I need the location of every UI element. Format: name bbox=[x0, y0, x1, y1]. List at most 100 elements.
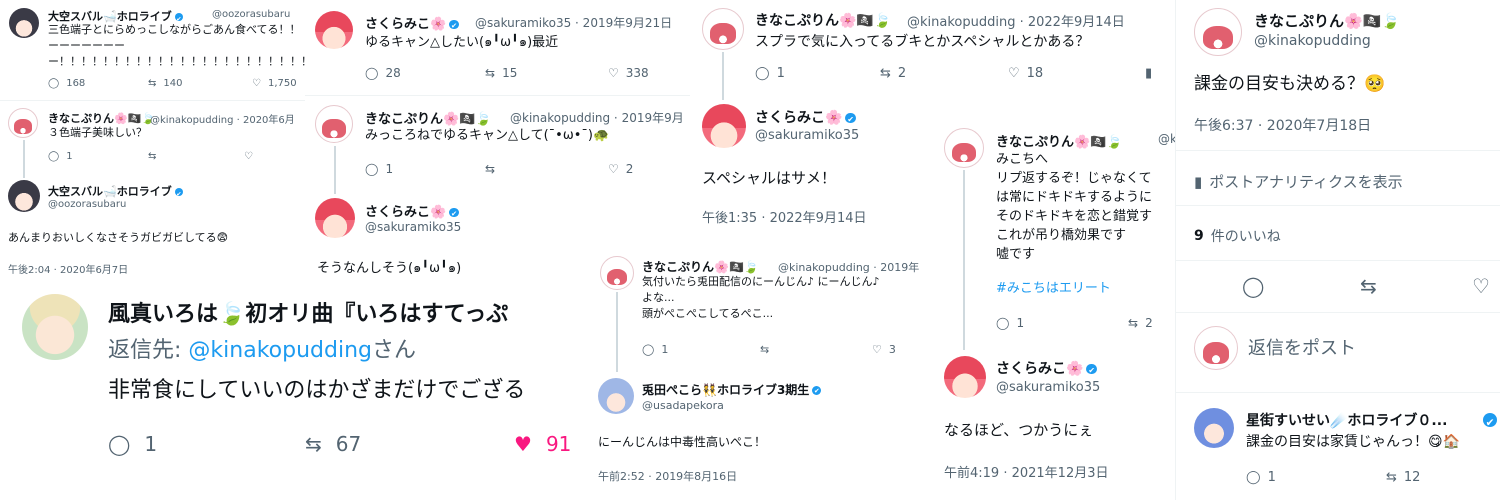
timestamp[interactable]: 午後2:04 · 2020年6月7日 bbox=[8, 261, 128, 276]
verified-icon bbox=[449, 19, 459, 30]
author-handle[interactable]: @kinakopudding bbox=[1254, 33, 1371, 49]
retweet-button[interactable]: ⇆ bbox=[148, 151, 156, 162]
like-button[interactable]: ♡ 2 bbox=[608, 162, 633, 176]
thread-line bbox=[722, 52, 724, 100]
author-handle[interactable]: @kinakopudding · 2019年9月 bbox=[510, 109, 684, 126]
author-name[interactable]: 兎田ぺこら👯ホロライブ3期生 bbox=[642, 381, 822, 398]
like-button[interactable]: ♡ bbox=[1472, 274, 1490, 298]
avatar[interactable] bbox=[1194, 326, 1238, 370]
timestamp[interactable]: 午後6:37 · 2020年7月18日 bbox=[1194, 115, 1371, 135]
avatar[interactable] bbox=[315, 11, 353, 49]
reply-button[interactable]: ◯ 1 bbox=[642, 343, 668, 356]
author-handle[interactable]: @sakuramiko35 · 2019年9月21日 bbox=[475, 14, 672, 31]
verified-icon bbox=[812, 386, 822, 395]
author-name[interactable]: さくらみこ🌸 bbox=[755, 107, 856, 127]
reply-to-handle[interactable]: @kinakopudding bbox=[188, 338, 372, 363]
tweet-text: 課金の目安は家賃じゃんっ！😋🏠 bbox=[1246, 434, 1461, 450]
author-handle[interactable]: @oozorasubaru bbox=[48, 199, 126, 210]
author-handle[interactable]: @kinakopudding · 2019年 bbox=[778, 259, 919, 275]
avatar[interactable] bbox=[22, 294, 88, 360]
hashtag-link[interactable]: #みこちはエリート bbox=[996, 280, 1111, 299]
avatar[interactable] bbox=[8, 108, 38, 138]
reply-button[interactable]: ◯ bbox=[1242, 274, 1264, 298]
retweet-button[interactable]: ⇆ bbox=[485, 162, 495, 176]
avatar[interactable] bbox=[315, 105, 353, 143]
author-name[interactable]: 風真いろは🍃初オリ曲『いろはすてっぷ bbox=[108, 296, 508, 328]
reply-button[interactable]: ◯ 1 bbox=[755, 66, 785, 81]
like-button[interactable]: ♡ 18 bbox=[1008, 66, 1043, 81]
author-name[interactable]: さくらみこ🌸 bbox=[365, 201, 459, 220]
avatar[interactable] bbox=[9, 8, 39, 38]
reply-button[interactable]: ◯ 1 bbox=[48, 151, 73, 162]
reply-icon: ◯ bbox=[996, 316, 1010, 330]
retweet-icon: ⇆ bbox=[305, 432, 322, 456]
avatar[interactable] bbox=[315, 198, 355, 238]
author-name[interactable]: きなこぷりん🌸🏴‍☠️🍃 bbox=[365, 108, 492, 127]
author-handle[interactable]: @kinakopudding · 2020年6月 bbox=[150, 111, 295, 126]
author-handle[interactable]: @usadapekora bbox=[642, 399, 724, 412]
tweet-text: 非常食にしていいのはかざまだけでござる bbox=[108, 378, 526, 403]
avatar[interactable] bbox=[598, 378, 634, 414]
like-button[interactable]: ♡ 1,750 bbox=[252, 78, 297, 89]
author-handle[interactable]: @k bbox=[1158, 132, 1175, 146]
avatar[interactable] bbox=[600, 256, 634, 290]
avatar[interactable] bbox=[702, 8, 744, 50]
retweet-icon: ⇆ bbox=[148, 151, 157, 162]
author-name[interactable]: きなこぷりん🌸🏴‍☠️🍃 bbox=[996, 131, 1123, 150]
reply-button[interactable]: ◯ 168 bbox=[48, 78, 85, 89]
like-button[interactable]: ♥ 91 bbox=[514, 432, 571, 456]
analytics-button[interactable]: ▮ bbox=[1145, 66, 1152, 81]
retweet-button[interactable]: ⇆ bbox=[760, 343, 769, 356]
author-handle[interactable]: @kinakopudding · 2022年9月14日 bbox=[907, 11, 1125, 30]
author-name[interactable]: きなこぷりん🌸🏴‍☠️🍃 bbox=[642, 258, 759, 275]
author-handle[interactable]: @sakuramiko35 bbox=[755, 128, 859, 143]
avatar[interactable] bbox=[1194, 8, 1242, 56]
author-name[interactable]: 大空スバル🛁ホロライブ bbox=[48, 183, 183, 199]
timestamp[interactable]: 午前4:19 · 2021年12月3日 bbox=[944, 462, 1109, 481]
author-handle[interactable]: @sakuramiko35 bbox=[365, 220, 461, 234]
reply-icon: ◯ bbox=[1242, 274, 1265, 298]
retweet-button[interactable]: ⇆ 12 bbox=[1386, 470, 1420, 485]
timestamp[interactable]: 午前2:52 · 2019年8月16日 bbox=[598, 468, 737, 484]
avatar[interactable] bbox=[944, 356, 986, 398]
tweet-text: なるほど、つかうにぇ bbox=[944, 421, 1094, 439]
author-name[interactable]: 星街すいせい☄️ホロライブ０... bbox=[1246, 410, 1447, 430]
avatar[interactable] bbox=[702, 104, 746, 148]
retweet-icon: ⇆ bbox=[1386, 470, 1397, 485]
retweet-button[interactable]: ⇆ 67 bbox=[305, 432, 361, 456]
verified-icon bbox=[845, 112, 856, 124]
heart-icon: ♡ bbox=[608, 162, 619, 176]
tweet-thread-bridge: きなこぷりん🌸🏴‍☠️🍃 @k みこちへ リプ返するぞ！じゃなくて は常にドキド… bbox=[930, 120, 1175, 500]
divider bbox=[0, 100, 305, 101]
timestamp[interactable]: 午後1:35 · 2022年9月14日 bbox=[702, 207, 867, 226]
reply-input[interactable]: 返信をポスト bbox=[1248, 336, 1356, 362]
avatar[interactable] bbox=[1194, 408, 1234, 448]
tweet-text: 気付いたら兎田配信のにーんじん♪ にーんじん♪ よな... 頭がぺこぺこしてるぺ… bbox=[642, 275, 880, 320]
reply-button[interactable]: ◯ 1 bbox=[108, 432, 157, 456]
retweet-button[interactable]: ⇆ 2 bbox=[880, 66, 906, 81]
tweet-iroha: 風真いろは🍃初オリ曲『いろはすてっぷ 返信先: @kinakopuddingさん… bbox=[0, 282, 590, 500]
avatar[interactable] bbox=[8, 180, 40, 212]
author-name[interactable]: きなこぷりん🌸🏴‍☠️🍃 bbox=[755, 10, 891, 30]
retweet-button[interactable]: ⇆ 15 bbox=[485, 66, 517, 80]
avatar[interactable] bbox=[944, 128, 984, 168]
author-handle[interactable]: @oozorasubaru bbox=[212, 9, 290, 20]
reply-button[interactable]: ◯ 1 bbox=[996, 316, 1024, 330]
like-button[interactable]: ♡ 338 bbox=[608, 66, 649, 80]
like-button[interactable]: ♡ bbox=[244, 151, 253, 162]
reply-button[interactable]: ◯ 28 bbox=[365, 66, 401, 80]
author-name[interactable]: さくらみこ🌸 bbox=[365, 13, 459, 32]
like-button[interactable]: ♡ 3 bbox=[872, 343, 896, 356]
reply-button[interactable]: ◯ 1 bbox=[1246, 470, 1276, 485]
likes-count-link[interactable]: 9 件のいいね bbox=[1194, 226, 1281, 246]
reply-button[interactable]: ◯ 1 bbox=[365, 162, 393, 176]
retweet-button[interactable]: ⇆ 2 bbox=[1128, 316, 1153, 330]
author-name[interactable]: きなこぷりん🌸🏴‍☠️🍃 bbox=[48, 110, 155, 126]
retweet-button[interactable]: ⇆ bbox=[1360, 274, 1377, 298]
analytics-link[interactable]: ▮ ポストアナリティクスを表示 bbox=[1194, 171, 1403, 192]
tweet-text: スプラで気に入ってるブキとかスペシャルとかある？ bbox=[755, 34, 1090, 50]
retweet-button[interactable]: ⇆ 140 bbox=[148, 78, 182, 89]
author-handle[interactable]: @sakuramiko35 bbox=[996, 380, 1100, 395]
author-name[interactable]: さくらみこ🌸 bbox=[996, 358, 1097, 378]
author-name[interactable]: きなこぷりん🌸🏴‍☠️🍃 bbox=[1254, 10, 1400, 31]
